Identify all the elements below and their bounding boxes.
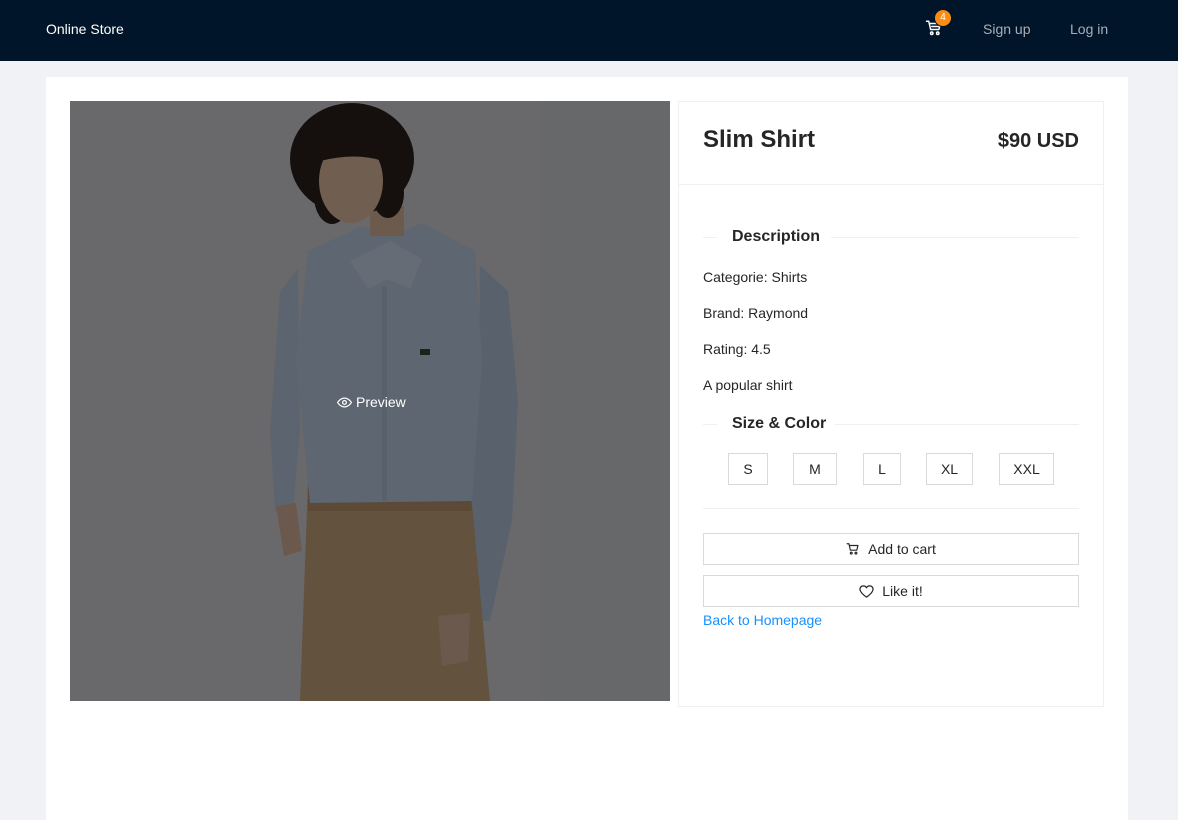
back-to-homepage-link[interactable]: Back to Homepage [703, 611, 822, 629]
product-price: $90 USD [997, 130, 1079, 152]
action-separator [703, 508, 1079, 509]
shopping-cart-icon [846, 543, 859, 555]
add-to-cart-button[interactable]: Add to cart [703, 533, 1079, 565]
size-option-xl[interactable]: XL [926, 453, 973, 485]
store-logo[interactable]: Online Store [46, 20, 124, 38]
like-button[interactable]: Like it! [703, 575, 1079, 607]
like-label: Like it! [882, 583, 923, 599]
product-image[interactable]: Preview [70, 101, 670, 701]
size-color-divider: Size & Color [703, 413, 1079, 435]
product-brand: Brand: Raymond [703, 305, 809, 321]
product-category: Categorie: Shirts [703, 269, 808, 285]
product-card: Slim Shirt $90 USD Description Categorie… [678, 101, 1104, 707]
size-option-l[interactable]: L [863, 453, 901, 485]
product-rating: Rating: 4.5 [703, 341, 771, 357]
eye-icon [337, 396, 352, 408]
signup-link[interactable]: Sign up [983, 20, 1030, 38]
heart-icon [859, 584, 874, 598]
login-link[interactable]: Log in [1070, 20, 1108, 38]
add-to-cart-label: Add to cart [868, 541, 936, 557]
description-heading: Description [732, 228, 821, 245]
cart-count-badge: 4 [935, 10, 951, 26]
cart-nav-button[interactable]: 4 [924, 10, 951, 38]
product-title: Slim Shirt [703, 126, 816, 153]
product-card-header: Slim Shirt $90 USD [679, 102, 1103, 185]
size-color-heading: Size & Color [732, 415, 827, 432]
description-divider: Description [703, 226, 1079, 248]
preview-button[interactable]: Preview [337, 393, 406, 411]
product-summary: A popular shirt [703, 377, 793, 393]
size-option-xxl[interactable]: XXL [999, 453, 1054, 485]
size-option-m[interactable]: M [793, 453, 837, 485]
preview-label: Preview [356, 394, 406, 410]
main-content: Preview Slim Shirt $90 USD Description C… [46, 77, 1128, 820]
top-navbar: Online Store 4 Sign up Log in [0, 0, 1178, 61]
size-option-s[interactable]: S [728, 453, 768, 485]
